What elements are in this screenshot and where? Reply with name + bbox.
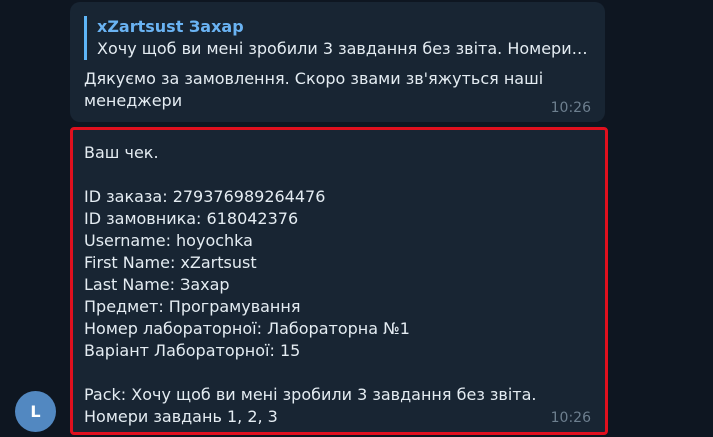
chat-area: xZartsust Захар Хочу щоб ви мені зробили… (0, 0, 713, 437)
reply-text: Хочу щоб ви мені зробили 3 завдання без … (97, 39, 591, 58)
subject-line: Предмет: Програмування (84, 297, 301, 316)
message-time: 10:26 (550, 100, 591, 116)
receipt-message-bubble[interactable]: Ваш чек. ID заказа: 279376989264476 ID з… (70, 127, 608, 435)
lab-number-line: Номер лабораторної: Лабораторна №1 (84, 319, 410, 338)
first-name-line: First Name: xZartsust (84, 253, 257, 272)
order-id-line: ID заказа: 279376989264476 (84, 187, 326, 206)
reply-author: xZartsust Захар (97, 17, 244, 36)
message-time: 10:26 (550, 410, 591, 426)
lab-variant-line: Варіант Лабораторної: 15 (84, 341, 301, 360)
message-text: Дякуємо за замовлення. Скоро звами зв'яж… (84, 69, 544, 110)
avatar-letter: L (30, 402, 41, 421)
pack-line: Pack: Хочу щоб ви мені зробили 3 завданн… (84, 385, 537, 426)
reply-quote[interactable]: xZartsust Захар Хочу щоб ви мені зробили… (84, 16, 591, 60)
message-bubble[interactable]: xZartsust Захар Хочу щоб ви мені зробили… (70, 2, 605, 122)
last-name-line: Last Name: Захар (84, 275, 230, 294)
customer-id-line: ID замовника: 618042376 (84, 209, 299, 228)
username-line: Username: hoyochka (84, 231, 253, 250)
avatar[interactable]: L (15, 391, 56, 432)
receipt-title: Ваш чек. (84, 143, 159, 162)
